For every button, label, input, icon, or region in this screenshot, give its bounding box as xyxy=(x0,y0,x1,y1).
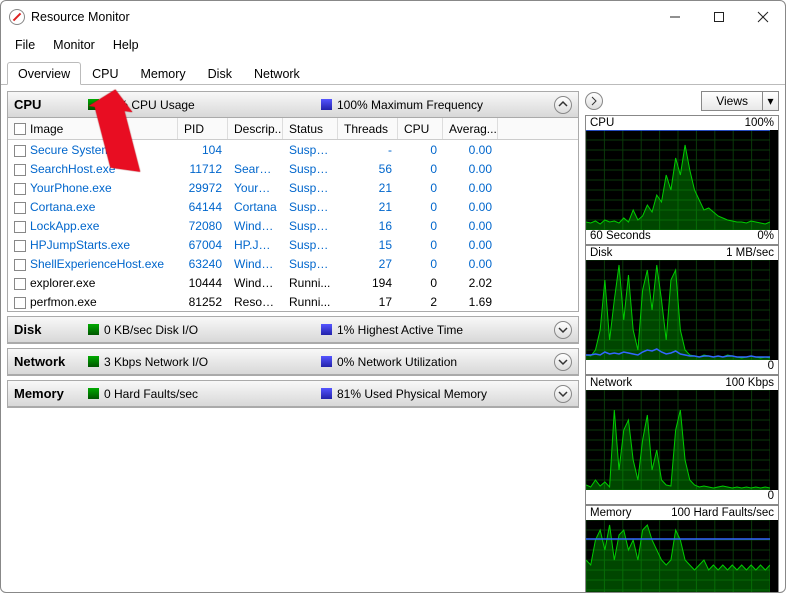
col-avg[interactable]: Averag... xyxy=(443,118,498,139)
row-checkbox[interactable] xyxy=(14,221,26,233)
expand-icon[interactable] xyxy=(554,385,572,403)
tab-disk[interactable]: Disk xyxy=(197,62,243,85)
col-pid[interactable]: PID xyxy=(178,118,228,139)
swatch-green-icon xyxy=(88,324,99,335)
panel-cpu: CPU 12% CPU Usage 100% Maximum Frequency… xyxy=(7,91,579,312)
window-title: Resource Monitor xyxy=(31,10,130,24)
table-header: Image PID Descrip... Status Threads CPU … xyxy=(8,118,578,140)
swatch-blue-icon xyxy=(321,99,332,110)
panel-network: Network 3 Kbps Network I/O 0% Network Ut… xyxy=(7,348,579,376)
tab-network[interactable]: Network xyxy=(243,62,311,85)
close-button[interactable] xyxy=(741,3,785,31)
table-row[interactable]: LockApp.exe72080Windo...Suspe...1600.00 xyxy=(8,216,578,235)
chart-title: CPU xyxy=(590,117,614,129)
chart-memory: Memory 100 Hard Faults/sec xyxy=(585,505,779,592)
app-icon xyxy=(6,6,29,29)
charts-collapse-icon[interactable] xyxy=(585,92,603,110)
chart-disk: Disk1 MB/sec0 xyxy=(585,245,779,375)
col-threads[interactable]: Threads xyxy=(338,118,398,139)
panel-disk-header[interactable]: Disk 0 KB/sec Disk I/O 1% Highest Active… xyxy=(8,317,578,343)
col-image[interactable]: Image xyxy=(8,118,178,139)
panel-memory-stat2: 81% Used Physical Memory xyxy=(321,387,540,401)
dropdown-icon[interactable]: ▾ xyxy=(762,92,778,110)
chart-title: Memory xyxy=(590,507,632,519)
panel-disk: Disk 0 KB/sec Disk I/O 1% Highest Active… xyxy=(7,316,579,344)
process-table: Image PID Descrip... Status Threads CPU … xyxy=(8,118,578,311)
menu-bar: File Monitor Help xyxy=(1,33,785,57)
panel-network-stat2: 0% Network Utilization xyxy=(321,355,540,369)
chart-scale: 100 Hard Faults/sec xyxy=(671,507,774,519)
row-checkbox[interactable] xyxy=(14,278,26,290)
swatch-green-icon xyxy=(88,356,99,367)
panel-network-title: Network xyxy=(14,354,74,369)
row-checkbox[interactable] xyxy=(14,259,26,271)
table-row[interactable]: SearchHost.exe11712Search...Suspe...5600… xyxy=(8,159,578,178)
panel-cpu-stat1: 12% CPU Usage xyxy=(88,98,307,112)
table-row[interactable]: ShellExperienceHost.exe63240Windo...Susp… xyxy=(8,254,578,273)
panel-memory-header[interactable]: Memory 0 Hard Faults/sec 81% Used Physic… xyxy=(8,381,578,407)
checkbox-all[interactable] xyxy=(14,123,26,135)
expand-icon[interactable] xyxy=(554,353,572,371)
swatch-green-icon xyxy=(88,99,99,110)
chart-canvas xyxy=(586,130,778,230)
chart-canvas xyxy=(586,520,778,592)
titlebar: Resource Monitor xyxy=(1,1,785,33)
panel-disk-stat2: 1% Highest Active Time xyxy=(321,323,540,337)
chart-cpu: CPU100%60 Seconds0% xyxy=(585,115,779,245)
chart-network: Network100 Kbps0 xyxy=(585,375,779,505)
panel-network-stat1: 3 Kbps Network I/O xyxy=(88,355,307,369)
table-row[interactable]: Secure System104Suspe...-00.00 xyxy=(8,140,578,159)
swatch-blue-icon xyxy=(321,324,332,335)
maximize-button[interactable] xyxy=(697,3,741,31)
tab-cpu[interactable]: CPU xyxy=(81,62,129,85)
chart-scale: 100% xyxy=(745,117,774,129)
views-label: Views xyxy=(702,94,762,108)
panel-memory-title: Memory xyxy=(14,386,74,401)
col-cpu[interactable]: CPU xyxy=(398,118,443,139)
menu-monitor[interactable]: Monitor xyxy=(45,36,103,54)
col-status[interactable]: Status xyxy=(283,118,338,139)
row-checkbox[interactable] xyxy=(14,145,26,157)
tab-overview[interactable]: Overview xyxy=(7,62,81,85)
table-body[interactable]: Secure System104Suspe...-00.00SearchHost… xyxy=(8,140,578,311)
panel-network-header[interactable]: Network 3 Kbps Network I/O 0% Network Ut… xyxy=(8,349,578,375)
table-row[interactable]: HPJumpStarts.exe67004HP.Jum...Suspe...15… xyxy=(8,235,578,254)
row-checkbox[interactable] xyxy=(14,240,26,252)
views-button[interactable]: Views ▾ xyxy=(701,91,779,111)
chart-canvas xyxy=(586,260,778,360)
table-row[interactable]: YourPhone.exe29972YourPh...Suspe...2100.… xyxy=(8,178,578,197)
table-row[interactable]: explorer.exe10444Windo...Runni...19402.0… xyxy=(8,273,578,292)
col-desc[interactable]: Descrip... xyxy=(228,118,283,139)
charts-toolbar: Views ▾ xyxy=(585,91,779,111)
row-checkbox[interactable] xyxy=(14,297,26,309)
swatch-green-icon xyxy=(88,388,99,399)
swatch-blue-icon xyxy=(321,356,332,367)
chart-title: Network xyxy=(590,377,632,389)
minimize-button[interactable] xyxy=(653,3,697,31)
row-checkbox[interactable] xyxy=(14,164,26,176)
menu-file[interactable]: File xyxy=(7,36,43,54)
collapse-icon[interactable] xyxy=(554,96,572,114)
chart-canvas xyxy=(586,390,778,490)
chart-scale: 1 MB/sec xyxy=(726,247,774,259)
expand-icon[interactable] xyxy=(554,321,572,339)
tab-memory[interactable]: Memory xyxy=(130,62,197,85)
swatch-blue-icon xyxy=(321,388,332,399)
panel-memory-stat1: 0 Hard Faults/sec xyxy=(88,387,307,401)
row-checkbox[interactable] xyxy=(14,202,26,214)
panel-cpu-title: CPU xyxy=(14,97,74,112)
panel-disk-title: Disk xyxy=(14,322,74,337)
panel-disk-stat1: 0 KB/sec Disk I/O xyxy=(88,323,307,337)
panel-cpu-stat2: 100% Maximum Frequency xyxy=(321,98,540,112)
chart-scale: 100 Kbps xyxy=(725,377,774,389)
panel-memory: Memory 0 Hard Faults/sec 81% Used Physic… xyxy=(7,380,579,408)
panel-cpu-header[interactable]: CPU 12% CPU Usage 100% Maximum Frequency xyxy=(8,92,578,118)
table-row[interactable]: Cortana.exe64144CortanaSuspe...2100.00 xyxy=(8,197,578,216)
tab-bar: Overview CPU Memory Disk Network xyxy=(1,57,785,85)
charts-list: CPU100%60 Seconds0%Disk1 MB/sec0Network1… xyxy=(585,115,779,592)
table-row[interactable]: perfmon.exe81252Resour...Runni...1721.69 xyxy=(8,292,578,311)
row-checkbox[interactable] xyxy=(14,183,26,195)
menu-help[interactable]: Help xyxy=(105,36,147,54)
chart-title: Disk xyxy=(590,247,612,259)
